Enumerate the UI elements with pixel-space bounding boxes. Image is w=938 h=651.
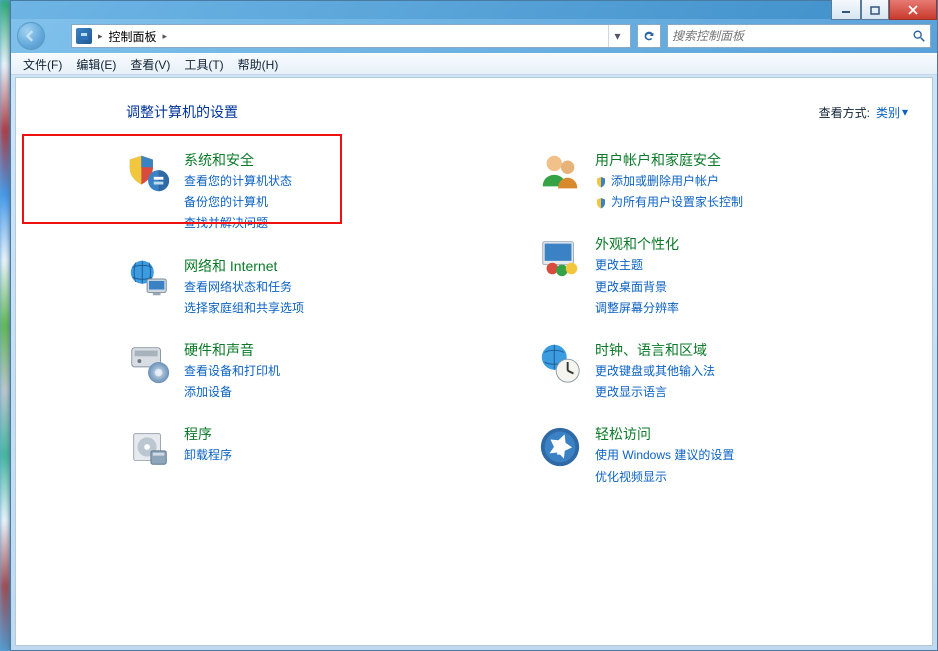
category-body: 程序卸载程序: [184, 424, 232, 465]
category-body: 硬件和声音查看设备和打印机添加设备: [184, 340, 280, 402]
shield-icon: [595, 197, 607, 209]
link-text: 选择家庭组和共享选项: [184, 299, 304, 318]
category-title-programs[interactable]: 程序: [184, 424, 232, 444]
category-hardware-sound: 硬件和声音查看设备和打印机添加设备: [126, 340, 497, 402]
category-user-accounts: 用户帐户和家庭安全添加或删除用户帐户为所有用户设置家长控制: [537, 150, 908, 212]
category-link[interactable]: 更改桌面背景: [595, 278, 679, 297]
search-input[interactable]: [672, 29, 912, 43]
link-text: 为所有用户设置家长控制: [611, 193, 743, 212]
category-programs: 程序卸载程序: [126, 424, 497, 470]
view-by: 查看方式: 类别 ▾: [819, 104, 908, 121]
close-button[interactable]: [889, 0, 937, 20]
column-right: 用户帐户和家庭安全添加或删除用户帐户为所有用户设置家长控制外观和个性化更改主题更…: [537, 150, 908, 487]
ease-of-access-icon: [537, 424, 583, 470]
category-title-hardware-sound[interactable]: 硬件和声音: [184, 340, 280, 360]
address-drop: ▾: [608, 25, 626, 47]
view-by-dropdown[interactable]: 类别 ▾: [876, 104, 908, 121]
shield-icon: [595, 176, 607, 188]
nav-back-forward: [17, 22, 65, 50]
link-text: 更改显示语言: [595, 383, 667, 402]
category-link[interactable]: 更改主题: [595, 256, 679, 275]
link-text: 使用 Windows 建议的设置: [595, 446, 734, 465]
background-blur: [0, 0, 10, 651]
link-text: 添加或删除用户帐户: [611, 172, 719, 191]
hardware-sound-icon: [126, 340, 172, 386]
control-panel-icon: [76, 28, 92, 44]
refresh-button[interactable]: [637, 24, 661, 48]
link-text: 优化视频显示: [595, 468, 667, 487]
category-ease-of-access: 轻松访问使用 Windows 建议的设置优化视频显示: [537, 424, 908, 486]
search-box[interactable]: [667, 24, 931, 48]
link-text: 更改桌面背景: [595, 278, 667, 297]
category-link[interactable]: 添加或删除用户帐户: [595, 172, 743, 191]
link-text: 查看设备和打印机: [184, 362, 280, 381]
view-by-value: 类别: [876, 104, 900, 121]
search-icon[interactable]: [912, 29, 926, 43]
category-title-clock-language[interactable]: 时钟、语言和区域: [595, 340, 715, 360]
link-text: 调整屏幕分辨率: [595, 299, 679, 318]
clock-language-icon: [537, 340, 583, 386]
category-link[interactable]: 更改显示语言: [595, 383, 715, 402]
category-link[interactable]: 添加设备: [184, 383, 280, 402]
category-body: 外观和个性化更改主题更改桌面背景调整屏幕分辨率: [595, 234, 679, 318]
user-accounts-icon: [537, 150, 583, 196]
link-text: 添加设备: [184, 383, 232, 402]
category-title-ease-of-access[interactable]: 轻松访问: [595, 424, 734, 444]
category-link[interactable]: 调整屏幕分辨率: [595, 299, 679, 318]
breadcrumb-sep: ▸: [98, 31, 103, 42]
link-text: 卸载程序: [184, 446, 232, 465]
content-area: 调整计算机的设置 查看方式: 类别 ▾ 系统和安全查看您的计算机状态备份您的计算…: [15, 77, 933, 646]
menu-edit[interactable]: 编辑(E): [70, 54, 122, 75]
address-bar[interactable]: ▸ 控制面板 ▸ ▾: [71, 24, 631, 48]
category-link[interactable]: 查看设备和打印机: [184, 362, 280, 381]
network-internet-icon: [126, 256, 172, 302]
back-button[interactable]: [17, 22, 45, 50]
category-link[interactable]: 使用 Windows 建议的设置: [595, 446, 734, 465]
view-by-label: 查看方式:: [819, 104, 870, 121]
category-body: 用户帐户和家庭安全添加或删除用户帐户为所有用户设置家长控制: [595, 150, 743, 212]
titlebar[interactable]: [11, 1, 937, 19]
heading-row: 调整计算机的设置 查看方式: 类别 ▾: [126, 102, 908, 122]
menu-bar: 文件(F) 编辑(E) 查看(V) 工具(T) 帮助(H): [11, 53, 937, 75]
category-clock-language: 时钟、语言和区域更改键盘或其他输入法更改显示语言: [537, 340, 908, 402]
programs-icon: [126, 424, 172, 470]
link-text: 查看网络状态和任务: [184, 278, 292, 297]
address-dropdown-button[interactable]: ▾: [608, 25, 626, 47]
breadcrumb-root[interactable]: 控制面板: [109, 28, 157, 45]
category-title-user-accounts[interactable]: 用户帐户和家庭安全: [595, 150, 743, 170]
category-body: 时钟、语言和区域更改键盘或其他输入法更改显示语言: [595, 340, 715, 402]
category-body: 网络和 Internet 查看网络状态和任务选择家庭组和共享选项: [184, 256, 304, 318]
page-heading: 调整计算机的设置: [126, 102, 238, 122]
nav-row: ▸ 控制面板 ▸ ▾: [11, 19, 937, 53]
category-appearance: 外观和个性化更改主题更改桌面背景调整屏幕分辨率: [537, 234, 908, 318]
category-body: 轻松访问使用 Windows 建议的设置优化视频显示: [595, 424, 734, 486]
chevron-down-icon: ▾: [902, 105, 908, 119]
category-link[interactable]: 为所有用户设置家长控制: [595, 193, 743, 212]
explorer-window: ▸ 控制面板 ▸ ▾ 文件(F) 编辑(E) 查看(V) 工具(T) 帮助(H)…: [10, 0, 938, 651]
link-text: 更改主题: [595, 256, 643, 275]
link-text: 更改键盘或其他输入法: [595, 362, 715, 381]
category-link[interactable]: 选择家庭组和共享选项: [184, 299, 304, 318]
minimize-button[interactable]: [831, 0, 861, 20]
menu-help[interactable]: 帮助(H): [232, 54, 285, 75]
category-network-internet: 网络和 Internet 查看网络状态和任务选择家庭组和共享选项: [126, 256, 497, 318]
category-title-network-internet[interactable]: 网络和 Internet: [184, 256, 304, 276]
annotation-highlight: [22, 134, 342, 224]
category-link[interactable]: 查看网络状态和任务: [184, 278, 304, 297]
breadcrumb-sep-2[interactable]: ▸: [163, 31, 168, 42]
category-title-appearance[interactable]: 外观和个性化: [595, 234, 679, 254]
window-buttons: [831, 0, 937, 20]
appearance-icon: [537, 234, 583, 280]
category-link[interactable]: 优化视频显示: [595, 468, 734, 487]
menu-file[interactable]: 文件(F): [17, 54, 68, 75]
category-link[interactable]: 卸载程序: [184, 446, 232, 465]
maximize-button[interactable]: [861, 0, 889, 20]
menu-view[interactable]: 查看(V): [124, 54, 176, 75]
category-link[interactable]: 更改键盘或其他输入法: [595, 362, 715, 381]
menu-tools[interactable]: 工具(T): [178, 54, 229, 75]
